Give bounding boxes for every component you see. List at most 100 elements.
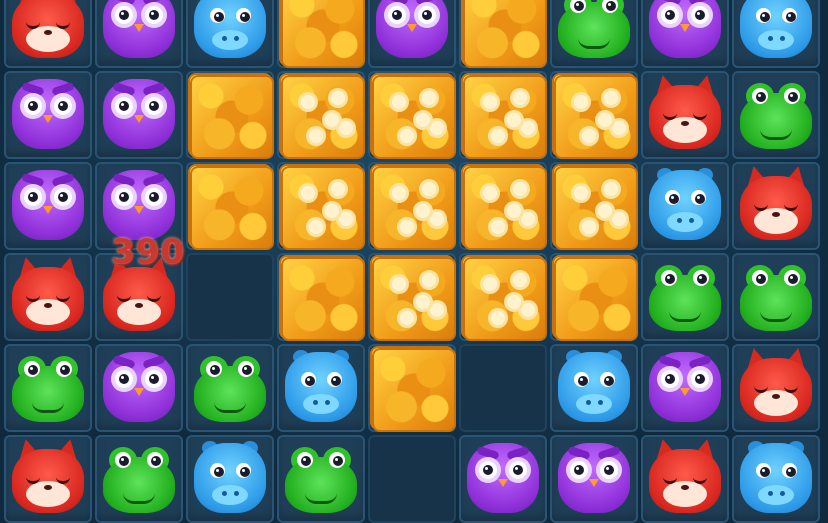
eye — [145, 6, 163, 24]
leaf-flower-piece — [552, 164, 638, 250]
board-cell[interactable] — [368, 435, 456, 523]
leaf-piece — [279, 0, 365, 68]
board-cell[interactable] — [186, 162, 274, 250]
hippo-nostril — [768, 491, 773, 496]
board-cell[interactable] — [550, 162, 638, 250]
board-cell[interactable] — [4, 0, 92, 68]
board-cell[interactable] — [732, 71, 820, 159]
leaf-block — [372, 75, 456, 159]
owl-piece — [4, 162, 92, 250]
owl-beak — [43, 206, 53, 214]
board-cell[interactable] — [459, 344, 547, 432]
board-cell[interactable] — [4, 344, 92, 432]
hippo-nostril — [780, 491, 785, 496]
pupil — [149, 10, 159, 20]
frog-body — [649, 275, 721, 331]
leaf-piece — [370, 346, 456, 432]
board-cell[interactable] — [277, 71, 365, 159]
board-cell[interactable] — [550, 71, 638, 159]
leaf-block — [463, 257, 547, 341]
board-cell[interactable] — [4, 435, 92, 523]
board-cell[interactable] — [641, 162, 729, 250]
board-cell[interactable] — [459, 162, 547, 250]
owl-beak — [498, 479, 508, 487]
leaf-block — [190, 166, 274, 250]
eye — [752, 88, 768, 104]
pupil — [786, 12, 796, 22]
board-cell[interactable] — [277, 435, 365, 523]
pupil — [305, 376, 315, 386]
fox-nose — [681, 121, 689, 126]
board-cell[interactable] — [95, 435, 183, 523]
board-cell[interactable] — [641, 344, 729, 432]
board-cell[interactable] — [550, 253, 638, 341]
leaf-flower-piece — [279, 73, 365, 159]
board-cell[interactable] — [368, 253, 456, 341]
board-cell[interactable] — [641, 0, 729, 68]
board-cell[interactable] — [95, 344, 183, 432]
board-cell[interactable] — [368, 71, 456, 159]
board-cell[interactable] — [186, 435, 274, 523]
eye — [574, 372, 589, 387]
hippo-nostril — [222, 491, 227, 496]
board-cell[interactable] — [368, 0, 456, 68]
owl-piece — [95, 344, 183, 432]
board-cell[interactable] — [4, 162, 92, 250]
hippo-piece — [550, 344, 638, 432]
board-cell[interactable] — [186, 0, 274, 68]
board-cell[interactable] — [277, 162, 365, 250]
pupil — [333, 456, 343, 466]
leaf-piece — [552, 255, 638, 341]
board-cell[interactable] — [459, 71, 547, 159]
eye — [784, 270, 800, 286]
board-cell[interactable] — [732, 253, 820, 341]
eye — [56, 361, 72, 377]
board-cell[interactable] — [459, 0, 547, 68]
hippo-snout — [667, 212, 703, 232]
board-cell[interactable] — [95, 71, 183, 159]
board-cell[interactable] — [641, 253, 729, 341]
board-cell[interactable] — [732, 435, 820, 523]
board-cell[interactable] — [277, 344, 365, 432]
pupil — [483, 465, 493, 475]
flower-icon — [612, 121, 626, 135]
flower-icon — [521, 212, 535, 226]
board-cell[interactable] — [4, 71, 92, 159]
flower-icon — [416, 113, 430, 127]
board-cell[interactable] — [732, 0, 820, 68]
owl-piece — [550, 435, 638, 523]
board-cell[interactable] — [368, 162, 456, 250]
board-cell[interactable] — [641, 71, 729, 159]
board-cell[interactable] — [277, 253, 365, 341]
board-cell[interactable] — [95, 0, 183, 68]
leaf-block — [463, 0, 547, 68]
leaf-flower-piece — [461, 73, 547, 159]
board-cell[interactable] — [368, 344, 456, 432]
board-cell[interactable] — [186, 344, 274, 432]
frog-piece — [550, 0, 638, 68]
board-cell[interactable] — [459, 253, 547, 341]
flower-icon — [513, 182, 527, 196]
pupil — [697, 274, 707, 284]
frog-body — [740, 93, 812, 149]
board-cell[interactable] — [186, 71, 274, 159]
leaf-block — [554, 166, 638, 250]
board-cell[interactable] — [277, 0, 365, 68]
leaf-flower-piece — [370, 73, 456, 159]
leaf-flower-piece — [370, 164, 456, 250]
board-cell[interactable] — [186, 253, 274, 341]
board-cell[interactable] — [459, 435, 547, 523]
board-cell[interactable] — [550, 0, 638, 68]
eye — [115, 6, 133, 24]
board-cell[interactable] — [550, 344, 638, 432]
flower-icon — [309, 129, 323, 143]
flower-icon — [483, 186, 497, 200]
board-cell[interactable] — [641, 435, 729, 523]
board-cell[interactable] — [732, 162, 820, 250]
board-cell[interactable] — [4, 253, 92, 341]
owl-piece — [368, 0, 456, 68]
board-cell[interactable] — [550, 435, 638, 523]
board-cell[interactable] — [732, 344, 820, 432]
pupil — [606, 1, 616, 11]
fox-piece — [641, 71, 729, 159]
